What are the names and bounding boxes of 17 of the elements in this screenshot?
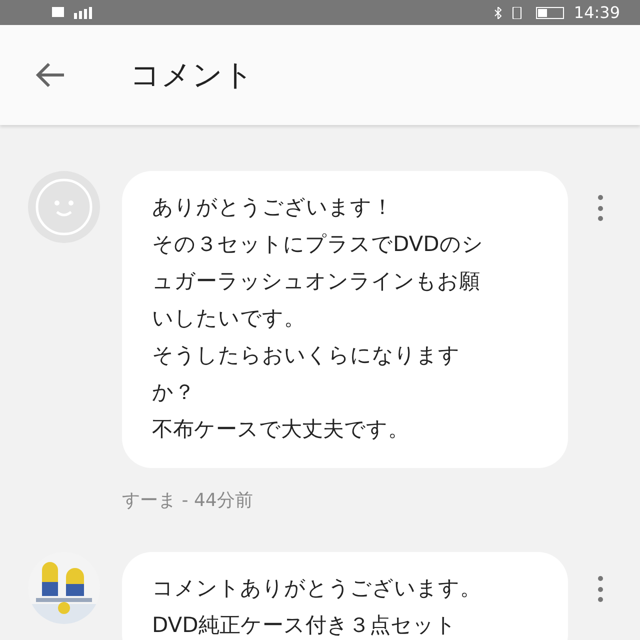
bluetooth-icon bbox=[494, 6, 502, 18]
battery-icon bbox=[536, 6, 566, 18]
comment-line: 不布ケースで大丈夫です。 bbox=[152, 416, 410, 443]
comment-line: そうしたらおいくらになります bbox=[152, 342, 461, 369]
comment-line: ありがとうございます！ bbox=[152, 194, 394, 221]
comment-line: ュガーラッシュオンラインもお願 bbox=[152, 268, 481, 295]
comment-line: いしたいです。 bbox=[152, 305, 306, 332]
page-title: コメント bbox=[130, 56, 254, 94]
comment-line: コメントありがとうございます。 bbox=[152, 575, 482, 602]
more-options-icon[interactable] bbox=[596, 195, 604, 221]
comment-line: DVD純正ケース付き３点セット bbox=[152, 612, 458, 639]
comment-line: か？ bbox=[152, 379, 196, 406]
more-options-icon[interactable] bbox=[596, 576, 604, 602]
comment-line: その３セットにプラスでDVDのシ bbox=[152, 231, 484, 258]
comment-meta: すーま - 44分前 bbox=[122, 489, 254, 512]
status-time: 14:39 bbox=[574, 2, 620, 24]
avatar-icon bbox=[28, 171, 100, 243]
